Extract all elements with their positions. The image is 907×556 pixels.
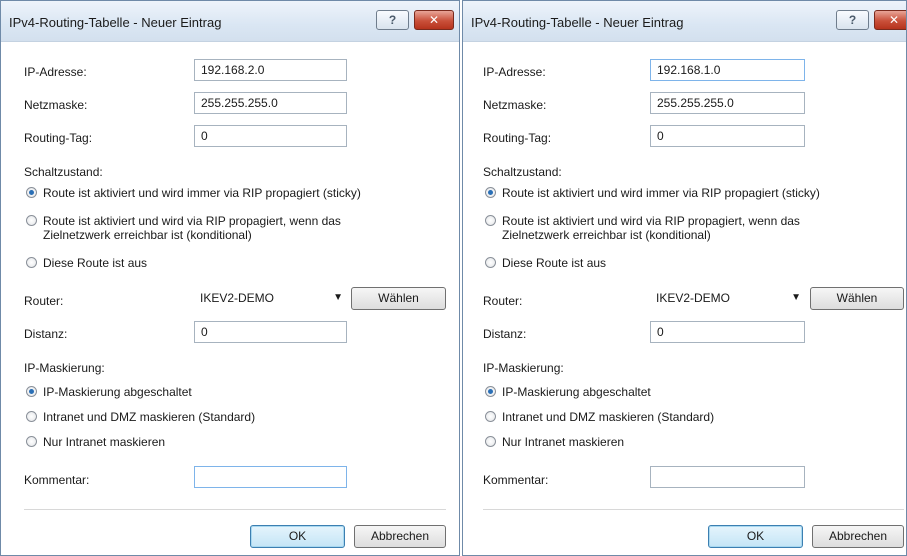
radio-dot: [26, 436, 37, 447]
separator: [24, 509, 446, 510]
ok-button[interactable]: OK: [250, 525, 345, 548]
kommentar-input[interactable]: [650, 466, 805, 488]
masking-label: IP-Maskierung:: [24, 361, 105, 375]
router-select-value: IKEV2-DEMO: [200, 291, 275, 305]
radio-label-line1: Route ist aktiviert und wird via RIP pro…: [43, 214, 341, 228]
radio-masking-intranet[interactable]: Nur Intranet maskieren: [26, 435, 165, 449]
routing-dialog-right: IPv4-Routing-Tabelle - Neuer Eintrag ? ✕…: [462, 0, 907, 556]
waehlen-button[interactable]: Wählen: [351, 287, 446, 310]
waehlen-button[interactable]: Wählen: [810, 287, 904, 310]
radio-route-sticky[interactable]: Route ist aktiviert und wird immer via R…: [485, 186, 820, 200]
radio-label: IP-Maskierung abgeschaltet: [43, 385, 192, 399]
distanz-label: Distanz:: [24, 327, 68, 341]
radio-dot: [26, 257, 37, 268]
radio-dot: [26, 215, 37, 226]
chevron-down-icon: ▼: [333, 292, 343, 303]
masking-label: IP-Maskierung:: [483, 361, 564, 375]
separator: [483, 509, 904, 510]
radio-label-line2: Zielnetzwerk erreichbar ist (konditional…: [502, 228, 711, 242]
radio-label: Diese Route ist aus: [502, 256, 607, 270]
dialog-title: IPv4-Routing-Tabelle - Neuer Eintrag: [471, 15, 684, 30]
radio-dot: [485, 215, 496, 226]
router-select[interactable]: IKEV2-DEMO ▼: [194, 287, 347, 309]
distanz-input[interactable]: 0: [650, 321, 805, 343]
radio-label: Nur Intranet maskieren: [502, 435, 625, 449]
router-select[interactable]: IKEV2-DEMO ▼: [650, 287, 805, 309]
radio-masking-intranet-dmz[interactable]: Intranet und DMZ maskieren (Standard): [26, 410, 255, 424]
router-label: Router:: [24, 294, 64, 308]
title-bar[interactable]: IPv4-Routing-Tabelle - Neuer Eintrag ? ✕: [463, 1, 906, 42]
schaltzustand-label: Schaltzustand:: [483, 165, 562, 179]
radio-route-off[interactable]: Diese Route ist aus: [485, 256, 606, 270]
radio-label: Intranet und DMZ maskieren (Standard): [43, 410, 256, 424]
radio-label: Route ist aktiviert und wird immer via R…: [43, 186, 361, 200]
kommentar-label: Kommentar:: [24, 473, 90, 487]
radio-label: Intranet und DMZ maskieren (Standard): [502, 410, 715, 424]
ip-address-input[interactable]: 192.168.1.0: [650, 59, 805, 81]
radio-dot: [485, 436, 496, 447]
close-button[interactable]: ✕: [414, 10, 454, 30]
netmask-input[interactable]: 255.255.255.0: [650, 92, 805, 114]
ip-address-label: IP-Adresse:: [24, 65, 87, 79]
ip-address-label: IP-Adresse:: [483, 65, 546, 79]
radio-dot: [485, 187, 496, 198]
kommentar-label: Kommentar:: [483, 473, 549, 487]
radio-dot: [485, 411, 496, 422]
radio-dot: [26, 411, 37, 422]
kommentar-input[interactable]: [194, 466, 347, 488]
radio-route-conditional[interactable]: Route ist aktiviert und wird via RIP pro…: [26, 214, 341, 242]
chevron-down-icon: ▼: [791, 292, 801, 303]
radio-label: Route ist aktiviert und wird immer via R…: [502, 186, 820, 200]
routing-tag-input[interactable]: 0: [194, 125, 347, 147]
netmask-label: Netzmaske:: [483, 98, 547, 112]
netmask-input[interactable]: 255.255.255.0: [194, 92, 347, 114]
cancel-button[interactable]: Abbrechen: [812, 525, 904, 548]
radio-label: IP-Maskierung abgeschaltet: [502, 385, 651, 399]
radio-route-conditional[interactable]: Route ist aktiviert und wird via RIP pro…: [485, 214, 800, 242]
ok-button[interactable]: OK: [708, 525, 803, 548]
help-button[interactable]: ?: [376, 10, 409, 30]
title-bar[interactable]: IPv4-Routing-Tabelle - Neuer Eintrag ? ✕: [1, 1, 459, 42]
ip-address-input[interactable]: 192.168.2.0: [194, 59, 347, 81]
radio-label: Diese Route ist aus: [43, 256, 148, 270]
distanz-input[interactable]: 0: [194, 321, 347, 343]
routing-tag-input[interactable]: 0: [650, 125, 805, 147]
help-button[interactable]: ?: [836, 10, 869, 30]
cancel-button[interactable]: Abbrechen: [354, 525, 446, 548]
routing-tag-label: Routing-Tag:: [24, 131, 93, 145]
routing-tag-label: Routing-Tag:: [483, 131, 552, 145]
radio-masking-intranet-dmz[interactable]: Intranet und DMZ maskieren (Standard): [485, 410, 714, 424]
radio-masking-intranet[interactable]: Nur Intranet maskieren: [485, 435, 624, 449]
radio-masking-off[interactable]: IP-Maskierung abgeschaltet: [26, 385, 192, 399]
radio-label-line1: Route ist aktiviert und wird via RIP pro…: [502, 214, 800, 228]
radio-route-off[interactable]: Diese Route ist aus: [26, 256, 147, 270]
radio-dot: [26, 187, 37, 198]
routing-dialog-left: IPv4-Routing-Tabelle - Neuer Eintrag ? ✕…: [0, 0, 460, 556]
radio-masking-off[interactable]: IP-Maskierung abgeschaltet: [485, 385, 651, 399]
netmask-label: Netzmaske:: [24, 98, 88, 112]
router-label: Router:: [483, 294, 523, 308]
radio-label: Nur Intranet maskieren: [43, 435, 166, 449]
radio-dot: [26, 386, 37, 397]
router-select-value: IKEV2-DEMO: [656, 291, 731, 305]
radio-label-line2: Zielnetzwerk erreichbar ist (konditional…: [43, 228, 252, 242]
close-button[interactable]: ✕: [874, 10, 906, 30]
radio-dot: [485, 257, 496, 268]
dialog-title: IPv4-Routing-Tabelle - Neuer Eintrag: [9, 15, 222, 30]
distanz-label: Distanz:: [483, 327, 527, 341]
radio-dot: [485, 386, 496, 397]
schaltzustand-label: Schaltzustand:: [24, 165, 103, 179]
radio-route-sticky[interactable]: Route ist aktiviert und wird immer via R…: [26, 186, 361, 200]
